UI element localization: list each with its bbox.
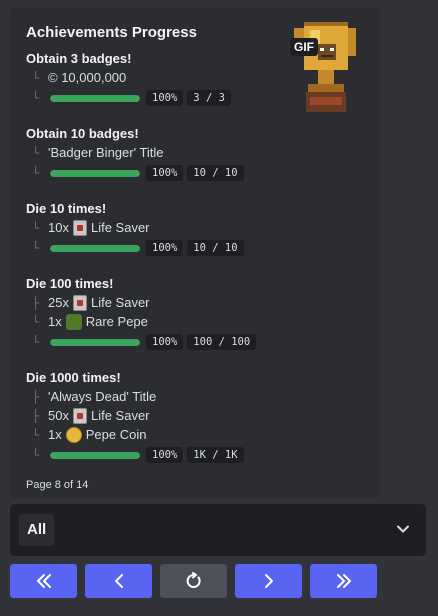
achievement-title: Obtain 10 badges!	[26, 126, 139, 141]
progress-bar	[50, 169, 140, 177]
tree-branch: └	[32, 70, 40, 85]
progress-percent: 100%	[146, 447, 184, 463]
progress-count: 10 / 10	[187, 165, 244, 181]
progress-percent: 100%	[146, 165, 184, 181]
tree-branch: ├	[32, 295, 40, 310]
progress-count: 100 / 100	[187, 334, 257, 350]
tree-branch: └	[32, 448, 40, 462]
tree-branch: └	[32, 241, 40, 255]
refresh-button[interactable]	[160, 564, 227, 598]
reward-line: └ © 10,000,000	[26, 68, 364, 87]
achievement-item: Obtain 10 badges! └ 'Badger Binger' Titl…	[26, 126, 364, 183]
achievement-item: Die 1000 times! ├ 'Always Dead' Title ├ …	[26, 370, 364, 465]
progress-row: └ 100% 1K / 1K	[26, 445, 364, 465]
pepe-coin-icon	[65, 426, 82, 443]
tree-branch: └	[32, 220, 40, 235]
reward-qty: 50x	[48, 408, 69, 423]
progress-bar	[50, 94, 140, 102]
progress-bar	[50, 244, 140, 252]
reward-line: └ 1x Pepe Coin	[26, 425, 364, 444]
previous-page-button[interactable]	[85, 564, 152, 598]
reward-text: Life Saver	[90, 408, 150, 423]
achievements-embed: Achievements Progress GIF Obtain 3 badge…	[10, 8, 380, 498]
tree-branch: ├	[32, 408, 40, 423]
reward-qty: 25x	[48, 295, 69, 310]
double-chevron-left-icon	[36, 574, 51, 588]
achievement-title: Die 1000 times!	[26, 370, 121, 385]
first-page-button[interactable]	[10, 564, 77, 598]
reward-line: └ 'Badger Binger' Title	[26, 143, 364, 162]
reward-text: Life Saver	[90, 220, 150, 235]
tree-branch: └	[32, 314, 40, 329]
reward-text: Rare Pepe	[85, 314, 148, 329]
last-page-button[interactable]	[310, 564, 377, 598]
reward-text: Pepe Coin	[85, 427, 147, 442]
progress-count: 10 / 10	[187, 240, 244, 256]
achievement-title: Die 10 times!	[26, 201, 107, 216]
tree-branch: └	[32, 91, 40, 105]
refresh-icon	[186, 572, 201, 588]
chevron-left-icon	[114, 574, 123, 588]
achievement-item: Die 10 times! └ 10x Life Saver └ 100% 10…	[26, 201, 364, 258]
gif-badge: GIF	[290, 38, 318, 56]
reward-qty: 1x	[48, 314, 62, 329]
reward-line: ├ 25x Life Saver	[26, 293, 364, 312]
reward-line: ├ 50x Life Saver	[26, 406, 364, 425]
pagination-controls	[10, 564, 377, 598]
filter-select[interactable]: All	[10, 504, 426, 556]
reward-line: └ 10x Life Saver	[26, 218, 364, 237]
reward-line: ├ 'Always Dead' Title	[26, 387, 364, 406]
tree-branch: └	[32, 145, 40, 160]
reward-qty: 10x	[48, 220, 69, 235]
page-indicator: Page 8 of 14	[26, 479, 89, 491]
progress-bar	[50, 338, 140, 346]
chevron-right-icon	[264, 574, 273, 588]
tree-branch: ├	[32, 389, 40, 404]
progress-count: 1K / 1K	[187, 447, 244, 463]
reward-line: └ 1x Rare Pepe	[26, 312, 364, 331]
reward-text: Life Saver	[90, 295, 150, 310]
tree-branch: └	[32, 335, 40, 349]
reward-text: © 10,000,000	[48, 70, 127, 85]
progress-row: └ 100% 100 / 100	[26, 332, 364, 352]
reward-text: 'Always Dead' Title	[48, 389, 157, 404]
reward-text: 'Badger Binger' Title	[48, 145, 164, 160]
reward-qty: 1x	[48, 427, 62, 442]
filter-select-value: All	[19, 514, 55, 546]
rare-pepe-icon	[65, 313, 82, 330]
next-page-button[interactable]	[235, 564, 302, 598]
chevron-down-icon	[397, 525, 409, 533]
tree-branch: └	[32, 427, 40, 442]
life-saver-icon	[72, 407, 87, 424]
progress-row: └ 100% 10 / 10	[26, 238, 364, 258]
progress-bar	[50, 451, 140, 459]
achievement-title: Die 100 times!	[26, 276, 114, 291]
progress-percent: 100%	[146, 240, 184, 256]
life-saver-icon	[72, 294, 87, 311]
life-saver-icon	[72, 219, 87, 236]
progress-percent: 100%	[146, 334, 184, 350]
progress-percent: 100%	[146, 90, 184, 106]
progress-row: └ 100% 10 / 10	[26, 163, 364, 183]
tree-branch: └	[32, 166, 40, 180]
achievement-item: Die 100 times! ├ 25x Life Saver └ 1x Rar…	[26, 276, 364, 352]
double-chevron-right-icon	[336, 574, 351, 588]
progress-count: 3 / 3	[187, 90, 231, 106]
